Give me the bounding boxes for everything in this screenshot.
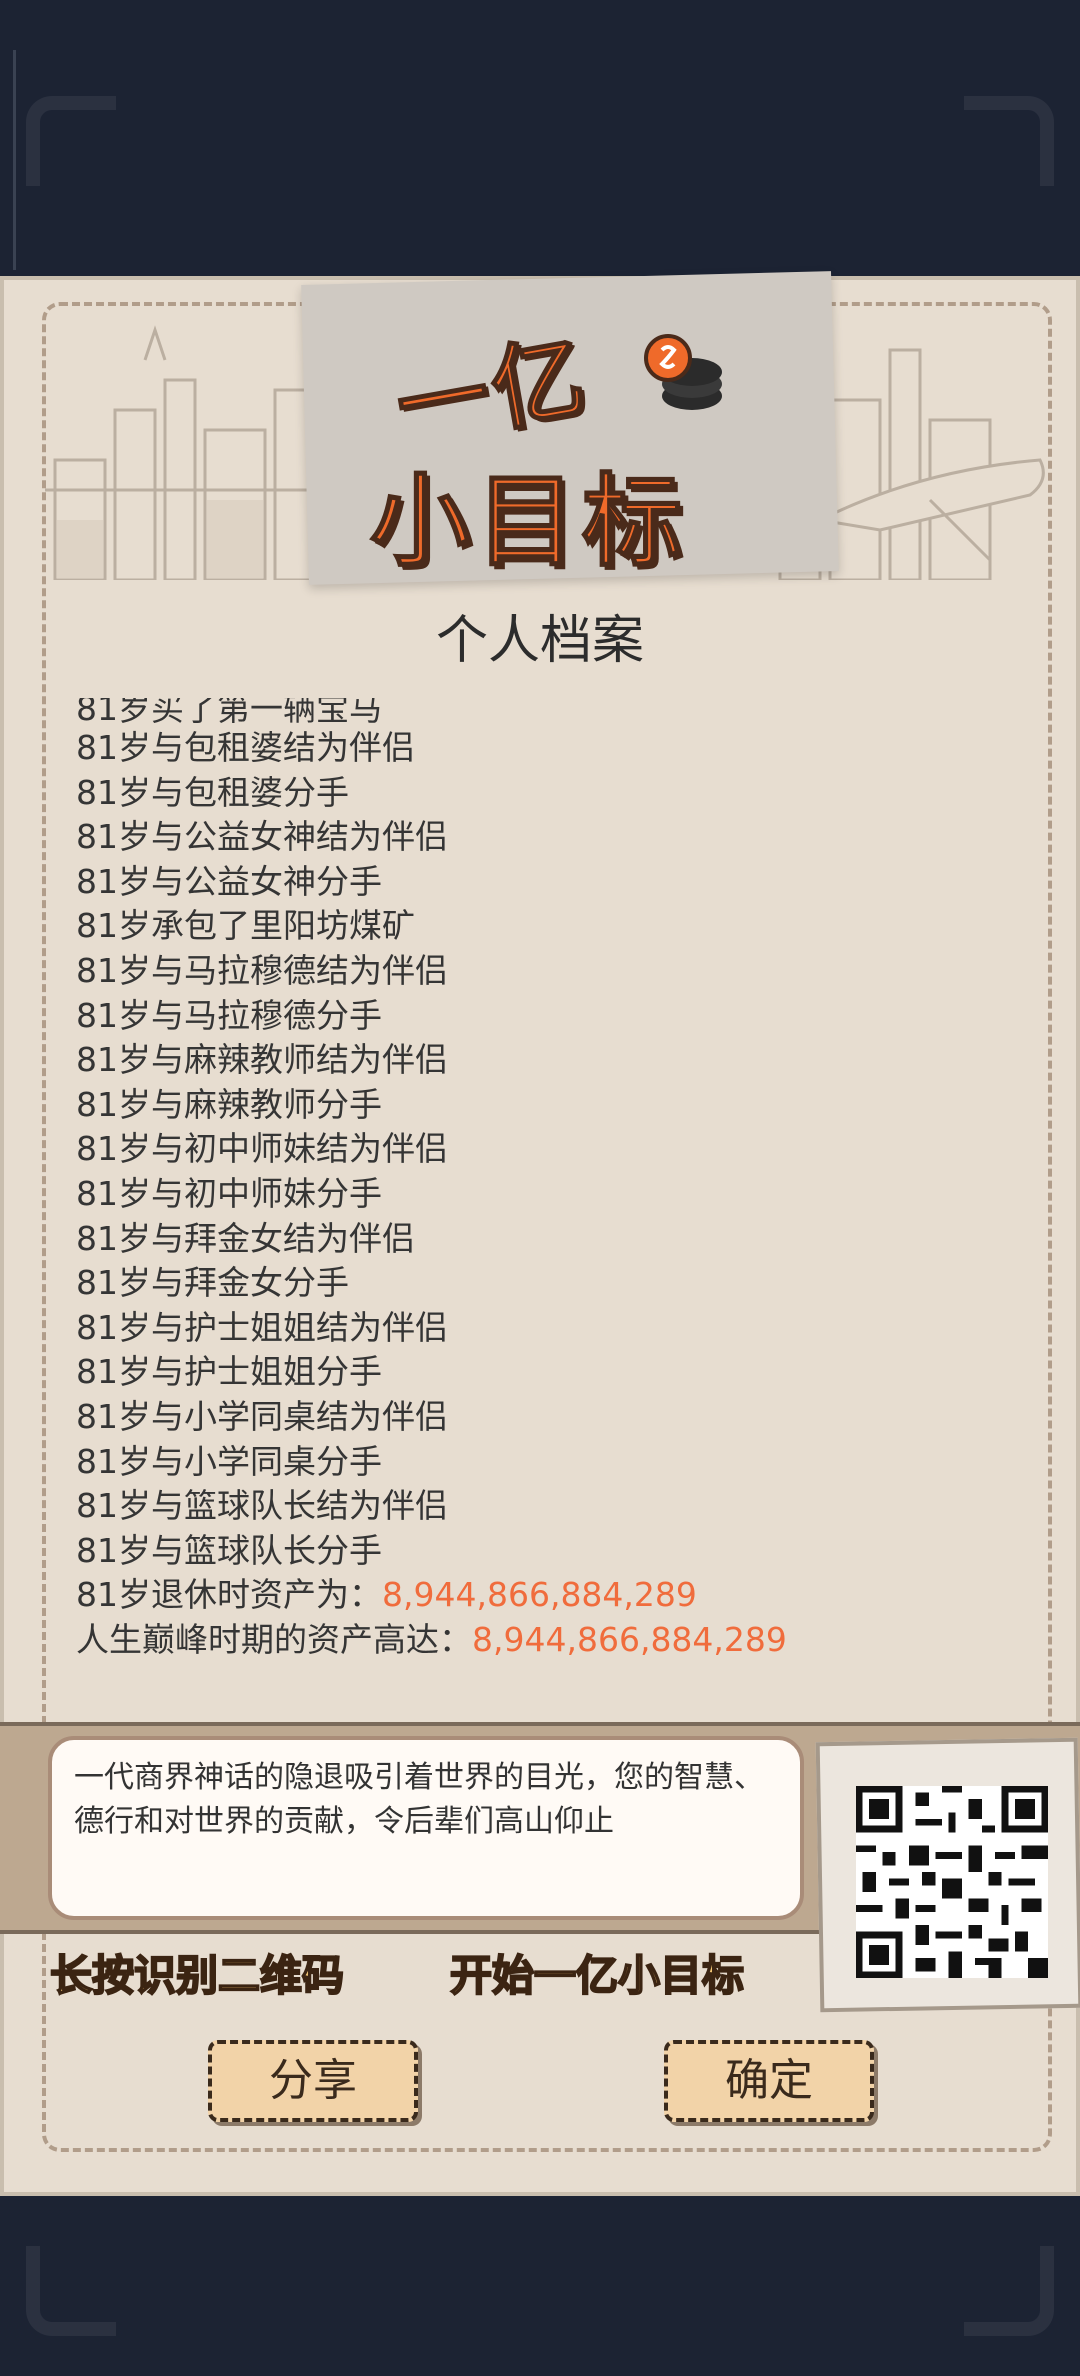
life-event-log[interactable]: 81岁买了第一辆宝马 81岁与包租婆结为伴侣 81岁与包租婆分手 81岁与公益女…: [76, 698, 1016, 1698]
frame-corner-bottom-left: [26, 2246, 116, 2336]
log-item: 81岁与包租婆结为伴侣: [76, 728, 415, 767]
log-item: 81岁与拜金女分手: [76, 1263, 349, 1303]
log-item: 81岁与初中师妹结为伴侣: [76, 1129, 448, 1169]
log-item: 81岁与护士姐姐结为伴侣: [76, 1307, 448, 1347]
summary-message: 一代商界神话的隐退吸引着世界的目光，您的智慧、德行和对世界的贡献，令后辈们高山仰…: [48, 1736, 804, 1920]
frame-edge: [0, 50, 16, 270]
log-item: 81岁与篮球队长结为伴侣: [76, 1486, 448, 1526]
retire-assets-line: 81岁退休时资产为：8,944,866,884,289: [76, 1573, 1016, 1618]
frame-corner-top-left: [26, 96, 116, 186]
log-item: 81岁与小学同桌结为伴侣: [76, 1396, 448, 1436]
log-item: 81岁与小学同桌分手: [76, 1441, 382, 1481]
retire-assets-label: 81岁退休时资产为：: [76, 1575, 382, 1615]
log-item: 81岁买了第一辆宝马: [76, 698, 382, 726]
log-item: 81岁与初中师妹分手: [76, 1173, 382, 1213]
log-item: 81岁与麻辣教师结为伴侣: [76, 1040, 448, 1080]
log-item: 81岁与公益女神分手: [76, 861, 382, 901]
frame-corner-top-right: [964, 96, 1054, 186]
log-item: 81岁与护士姐姐分手: [76, 1352, 382, 1392]
confirm-button[interactable]: 确定: [664, 2040, 874, 2122]
log-item: 81岁与篮球队长分手: [76, 1530, 382, 1570]
log-item: 81岁与麻辣教师分手: [76, 1084, 382, 1124]
bottom-frame: [0, 2190, 1080, 2376]
log-item: 81岁与马拉穆德分手: [76, 995, 382, 1035]
share-button[interactable]: 分享: [208, 2040, 418, 2122]
log-item: 81岁与包租婆分手: [76, 772, 349, 812]
frame-corner-bottom-right: [964, 2246, 1054, 2336]
peak-assets-label: 人生巅峰时期的资产高达：: [76, 1619, 472, 1659]
logo-text-bottom: 小目标: [369, 462, 688, 581]
peak-assets-line: 人生巅峰时期的资产高达：8,944,866,884,289: [76, 1618, 1016, 1663]
coins-icon: [644, 334, 722, 410]
page-title: 个人档案: [435, 611, 644, 671]
peak-assets-value: 8,944,866,884,289: [472, 1619, 787, 1659]
start-game-hint: 开始一亿小目标: [449, 1950, 745, 2001]
top-frame: [0, 0, 1080, 280]
scan-qr-hint: 长按识别二维码: [49, 1950, 345, 2001]
retire-assets-value: 8,944,866,884,289: [382, 1575, 697, 1615]
qr-code-icon[interactable]: [856, 1786, 1048, 1978]
log-item: 81岁与拜金女结为伴侣: [76, 1218, 415, 1258]
log-item: 81岁承包了里阳坊煤矿: [76, 906, 415, 946]
log-item: 81岁与公益女神结为伴侣: [76, 817, 448, 857]
log-item: 81岁与马拉穆德结为伴侣: [76, 950, 448, 990]
